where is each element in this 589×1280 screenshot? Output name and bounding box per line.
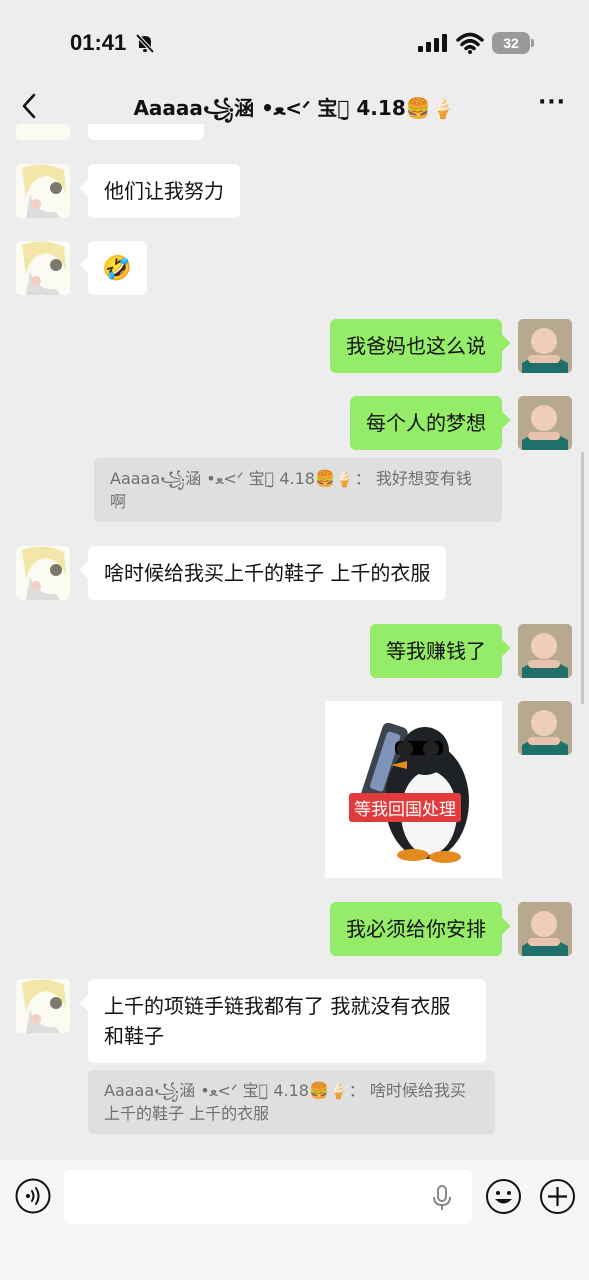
avatar[interactable] [518,902,572,956]
message-bubble[interactable]: 等我赚钱了 [370,624,502,678]
avatar[interactable] [16,979,70,1033]
avatar[interactable] [16,241,70,295]
status-bar: 01:41 32 [0,0,589,80]
quoted-message[interactable]: Aaaaa꧁涵 •ﻌ<ᐟ 宝ꪔ̤̮ 4.18🍔🍦： 我好想变有钱啊 [94,458,502,522]
penguin-image [356,722,469,863]
message-bubble[interactable]: 我爸妈也这么说 [330,319,502,373]
penguin-sticker[interactable]: 等我回国处理 [325,701,502,878]
avatar[interactable] [518,319,572,373]
message-bubble[interactable]: 啥时候给我买上千的鞋子 上千的衣服 [88,546,447,600]
avatar[interactable] [16,124,70,140]
scrollbar[interactable] [581,452,584,704]
avatar[interactable] [16,546,70,600]
avatar[interactable] [518,624,572,678]
wifi-icon [456,32,484,54]
message-bubble[interactable]: 他们让我努力 [88,164,240,218]
battery-icon: 32 [492,32,534,54]
voice-icon[interactable] [15,1178,51,1214]
plus-icon[interactable] [539,1178,576,1215]
avatar[interactable] [518,396,572,450]
input-bar [0,1160,589,1280]
message-bubble[interactable]: 每个人的梦想 [350,396,502,450]
battery-level: 32 [492,32,530,54]
avatar[interactable] [16,164,70,218]
message-bubble[interactable]: 上千的项链手链我都有了 我就没有衣服和鞋子 [88,979,486,1063]
microphone-icon[interactable] [432,1185,452,1211]
more-icon[interactable]: ··· [536,92,568,116]
sticker-caption: 等我回国处理 [349,793,461,822]
status-time: 01:41 [70,30,127,55]
bell-off-icon [135,33,155,54]
partial-message-bubble [88,124,204,140]
message-input[interactable] [64,1170,472,1224]
signal-icon [418,34,447,52]
emoji-icon[interactable] [485,1178,522,1215]
avatar[interactable] [518,701,572,755]
emoji-message-bubble[interactable]: 🤣 [88,241,147,295]
message-bubble[interactable]: 我必须给你安排 [330,902,502,956]
quoted-message[interactable]: Aaaaa꧁涵 •ﻌ<ᐟ 宝ꪔ̤̮ 4.18🍔🍦： 啥时候给我买上千的鞋子 上千… [88,1070,495,1134]
